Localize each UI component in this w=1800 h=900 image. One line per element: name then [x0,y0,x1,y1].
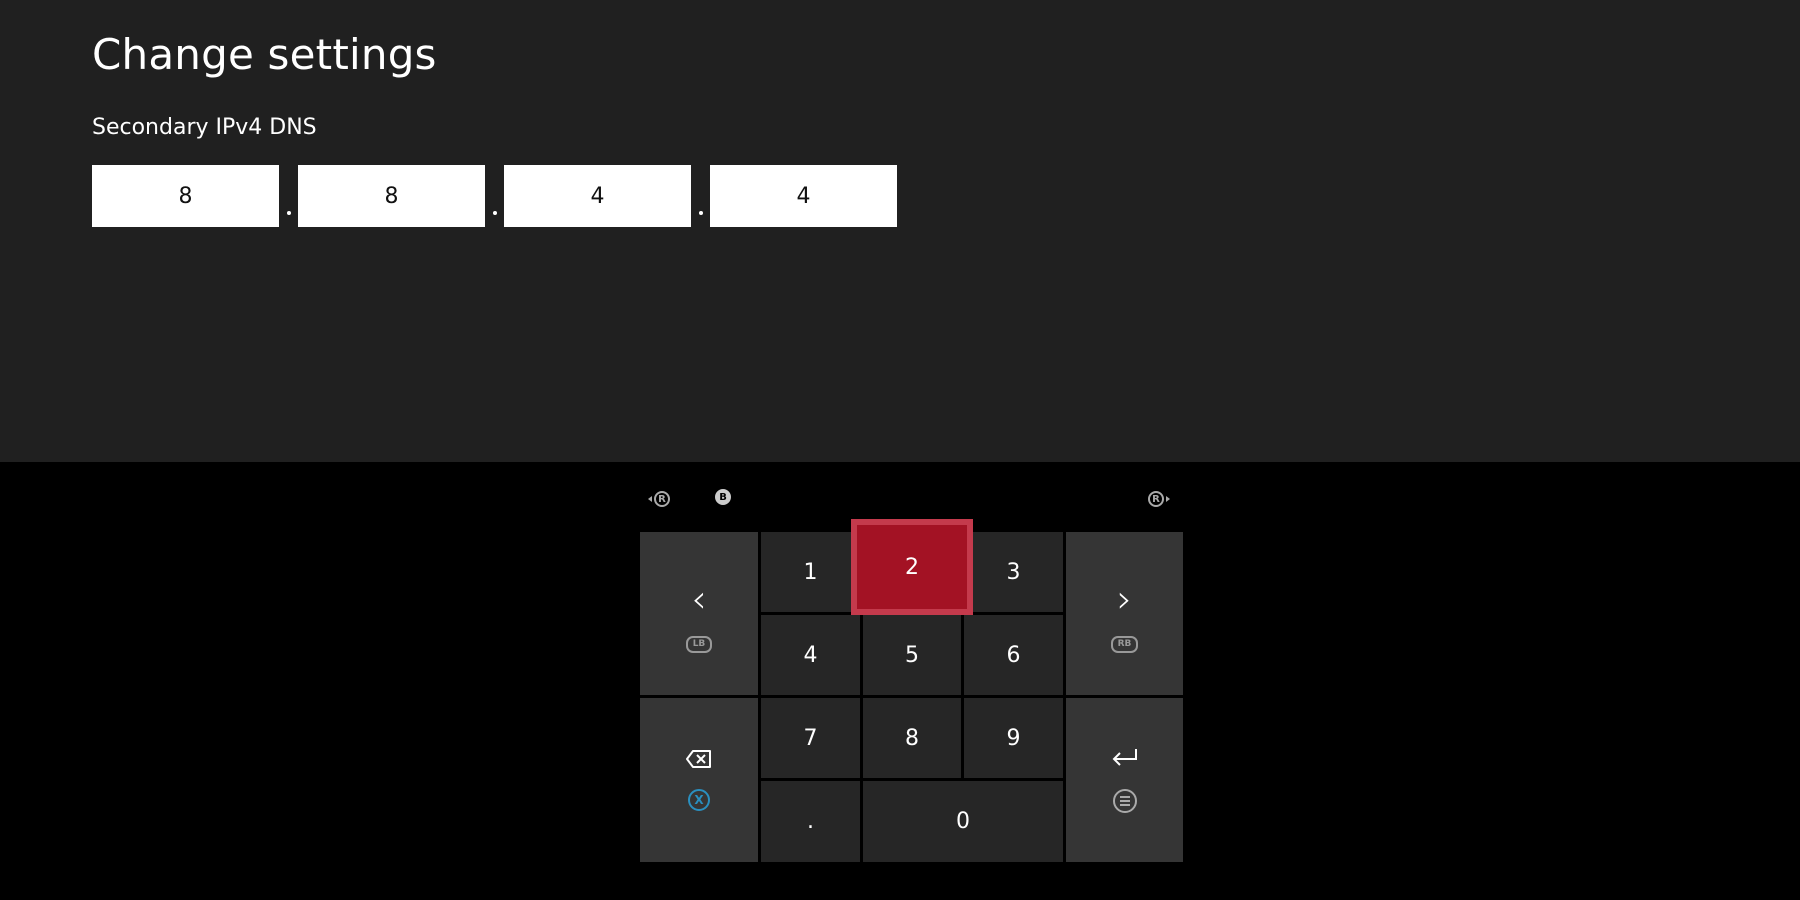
key-1[interactable]: 1 [761,532,860,612]
backspace-icon [685,749,713,775]
ip-separator-dot [691,165,710,227]
b-button-hint: B [715,489,731,505]
ip-separator-dot [279,165,298,227]
key-0[interactable]: 0 [863,781,1063,862]
cursor-left-button[interactable]: ‹ LB [640,532,758,695]
right-stick-hint: R [1148,491,1170,507]
x-button-icon: X [688,789,710,811]
ip-separator-dot [485,165,504,227]
field-label: Secondary IPv4 DNS [92,115,317,140]
key-4[interactable]: 4 [761,615,860,695]
ip-address-fields: 8 8 4 4 [92,165,897,227]
key-9[interactable]: 9 [964,698,1063,778]
ip-octet-3-input[interactable]: 4 [504,165,691,227]
page-title: Change settings [92,30,437,79]
key-3[interactable]: 3 [964,532,1063,612]
right-stick-icon: R [1148,491,1164,507]
left-stick-hint: R [648,491,670,507]
key-6[interactable]: 6 [964,615,1063,695]
key-2[interactable]: 2 [851,519,973,615]
numeric-keypad-area: R B R ‹ LB X 1 2 3 4 5 6 7 8 9 . 0 › RB [0,462,1800,900]
enter-icon [1110,747,1140,775]
ip-octet-1-input[interactable]: 8 [92,165,279,227]
settings-panel: Change settings Secondary IPv4 DNS 8 8 4… [0,0,1800,462]
backspace-button[interactable]: X [640,698,758,862]
chevron-left-icon: ‹ [691,577,707,621]
key-7[interactable]: 7 [761,698,860,778]
ip-octet-2-input[interactable]: 8 [298,165,485,227]
chevron-right-icon: › [1116,577,1133,621]
enter-button[interactable] [1066,698,1183,862]
menu-button-icon [1112,789,1137,813]
lb-button-icon: LB [685,636,713,653]
key-8[interactable]: 8 [863,698,961,778]
key-5[interactable]: 5 [863,615,961,695]
rb-button-icon: RB [1110,636,1139,653]
cursor-right-button[interactable]: › RB [1066,532,1183,695]
left-stick-icon: R [654,491,670,507]
b-button-icon: B [715,489,731,505]
key-dot[interactable]: . [761,781,860,862]
ip-octet-4-input[interactable]: 4 [710,165,897,227]
